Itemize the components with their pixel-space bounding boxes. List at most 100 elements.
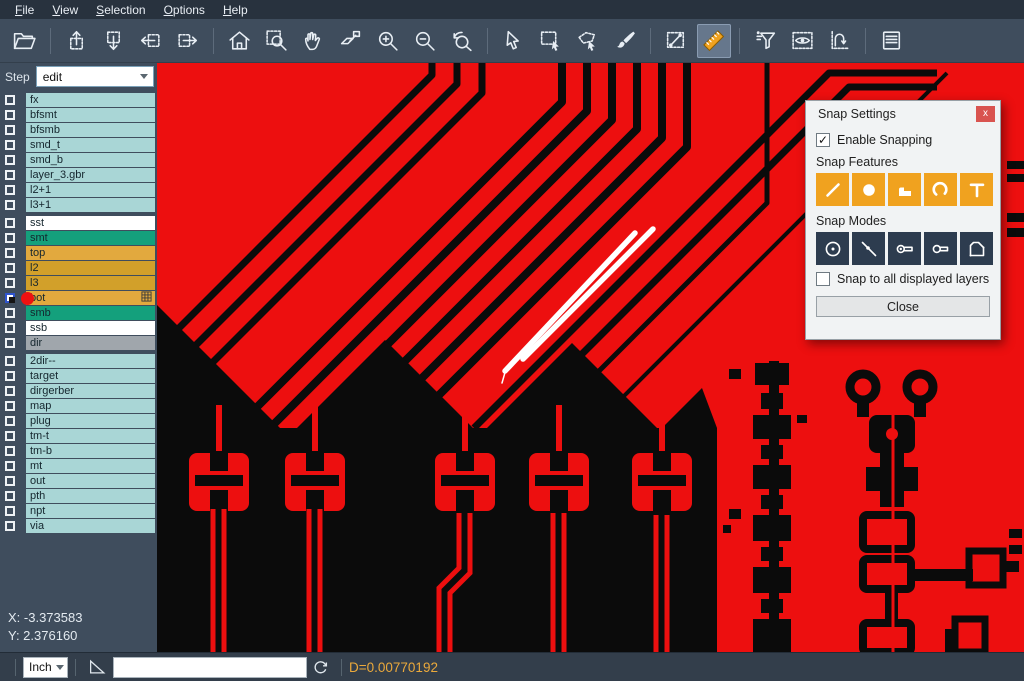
layer-name[interactable]: mt bbox=[26, 459, 155, 473]
filter-button[interactable] bbox=[749, 24, 783, 58]
pan-down-button[interactable] bbox=[97, 24, 131, 58]
layer-visibility-checkbox[interactable] bbox=[5, 140, 15, 150]
layer-row-map[interactable]: map bbox=[0, 399, 157, 413]
angle-corner-icon[interactable] bbox=[87, 657, 107, 677]
snap-pad-button[interactable] bbox=[852, 173, 885, 206]
layer-row-smd_b[interactable]: smd_b bbox=[0, 153, 157, 167]
layer-name[interactable]: ssb bbox=[26, 321, 155, 335]
layer-visibility-checkbox[interactable] bbox=[5, 200, 15, 210]
layer-row-2dir--[interactable]: 2dir-- bbox=[0, 354, 157, 368]
pan-hand-button[interactable] bbox=[297, 24, 331, 58]
layer-visibility-checkbox[interactable] bbox=[5, 155, 15, 165]
layer-visibility-checkbox[interactable] bbox=[5, 323, 15, 333]
layer-row-plug[interactable]: plug bbox=[0, 414, 157, 428]
close-icon[interactable]: x bbox=[976, 106, 995, 122]
pcb-canvas[interactable]: Snap Settings x ✓ Enable Snapping Snap F… bbox=[157, 63, 1024, 652]
layer-visibility-checkbox[interactable] bbox=[5, 431, 15, 441]
pan-right-button[interactable] bbox=[171, 24, 205, 58]
layer-visibility-checkbox[interactable] bbox=[5, 170, 15, 180]
close-button[interactable]: Close bbox=[816, 296, 990, 317]
layer-row-dirgerber[interactable]: dirgerber bbox=[0, 384, 157, 398]
layer-name[interactable]: fx bbox=[26, 93, 155, 107]
zoom-previous-button[interactable] bbox=[445, 24, 479, 58]
layer-row-l2[interactable]: l2 bbox=[0, 261, 157, 275]
layer-row-dir[interactable]: dir bbox=[0, 336, 157, 350]
layer-visibility-checkbox[interactable] bbox=[5, 416, 15, 426]
menu-help[interactable]: Help bbox=[214, 2, 257, 18]
layer-name[interactable]: target bbox=[26, 369, 155, 383]
layer-row-mt[interactable]: mt bbox=[0, 459, 157, 473]
menu-view[interactable]: View bbox=[43, 2, 87, 18]
layer-name[interactable]: 2dir-- bbox=[26, 354, 155, 368]
layer-name[interactable]: l3+1 bbox=[26, 198, 155, 212]
measure-points-button[interactable] bbox=[660, 24, 694, 58]
layer-name[interactable]: plug bbox=[26, 414, 155, 428]
layer-name[interactable]: dirgerber bbox=[26, 384, 155, 398]
layer-name[interactable]: l2+1 bbox=[26, 183, 155, 197]
layer-name[interactable]: sst bbox=[26, 216, 155, 230]
layer-visibility-checkbox[interactable] bbox=[5, 386, 15, 396]
view-visibility-button[interactable] bbox=[786, 24, 820, 58]
layer-row-pth[interactable]: pth bbox=[0, 489, 157, 503]
layer-name[interactable]: layer_3.gbr bbox=[26, 168, 155, 182]
snap-surface-button[interactable] bbox=[888, 173, 921, 206]
layer-name[interactable]: l3 bbox=[26, 276, 155, 290]
report-panel-button[interactable] bbox=[875, 24, 909, 58]
snap-center-button[interactable] bbox=[816, 232, 849, 265]
layer-row-smb[interactable]: smb bbox=[0, 306, 157, 320]
layer-name[interactable]: tm-t bbox=[26, 429, 155, 443]
menu-selection[interactable]: Selection bbox=[87, 2, 154, 18]
layer-visibility-checkbox[interactable] bbox=[5, 476, 15, 486]
layer-visibility-checkbox[interactable] bbox=[5, 293, 15, 303]
open-folder-button[interactable] bbox=[8, 24, 42, 58]
layer-visibility-checkbox[interactable] bbox=[5, 371, 15, 381]
layer-visibility-checkbox[interactable] bbox=[5, 185, 15, 195]
layer-row-fx[interactable]: fx bbox=[0, 93, 157, 107]
layer-visibility-checkbox[interactable] bbox=[5, 446, 15, 456]
layer-visibility-checkbox[interactable] bbox=[5, 521, 15, 531]
select-polygon-button[interactable] bbox=[571, 24, 605, 58]
layer-visibility-checkbox[interactable] bbox=[5, 356, 15, 366]
pan-up-button[interactable] bbox=[60, 24, 94, 58]
layer-row-layer_3.gbr[interactable]: layer_3.gbr bbox=[0, 168, 157, 182]
snap-line-button[interactable] bbox=[816, 173, 849, 206]
layer-visibility-checkbox[interactable] bbox=[5, 338, 15, 348]
layer-row-npt[interactable]: npt bbox=[0, 504, 157, 518]
layer-visibility-checkbox[interactable] bbox=[5, 263, 15, 273]
measure-path-button[interactable] bbox=[823, 24, 857, 58]
status-input[interactable] bbox=[113, 657, 307, 678]
layer-row-smt[interactable]: smt bbox=[0, 231, 157, 245]
layer-visibility-checkbox[interactable] bbox=[5, 506, 15, 516]
zoom-in-button[interactable] bbox=[371, 24, 405, 58]
layer-row-l2+1[interactable]: l2+1 bbox=[0, 183, 157, 197]
layer-name[interactable]: l2 bbox=[26, 261, 155, 275]
snap-text-button[interactable] bbox=[960, 173, 993, 206]
layer-row-bot[interactable]: bot bbox=[0, 291, 157, 305]
zoom-object-button[interactable] bbox=[334, 24, 368, 58]
highlight-brush-button[interactable] bbox=[608, 24, 642, 58]
unit-select[interactable]: Inch bbox=[23, 657, 68, 678]
menu-options[interactable]: Options bbox=[155, 2, 214, 18]
snap-end-dot-button[interactable] bbox=[888, 232, 921, 265]
layer-name[interactable]: map bbox=[26, 399, 155, 413]
layer-name[interactable]: bfsmb bbox=[26, 123, 155, 137]
select-rectangle-button[interactable] bbox=[534, 24, 568, 58]
layer-row-sst[interactable]: sst bbox=[0, 216, 157, 230]
layer-visibility-checkbox[interactable] bbox=[5, 233, 15, 243]
layer-name[interactable]: npt bbox=[26, 504, 155, 518]
snap-all-checkbox[interactable] bbox=[816, 272, 830, 286]
layer-name[interactable]: smd_t bbox=[26, 138, 155, 152]
layer-name[interactable]: smt bbox=[26, 231, 155, 245]
layer-visibility-checkbox[interactable] bbox=[5, 218, 15, 228]
layer-row-out[interactable]: out bbox=[0, 474, 157, 488]
layer-row-l3[interactable]: l3 bbox=[0, 276, 157, 290]
layer-row-l3+1[interactable]: l3+1 bbox=[0, 198, 157, 212]
layer-name[interactable]: pth bbox=[26, 489, 155, 503]
layer-name[interactable]: smb bbox=[26, 306, 155, 320]
layer-name[interactable]: out bbox=[26, 474, 155, 488]
zoom-window-button[interactable] bbox=[260, 24, 294, 58]
refresh-icon[interactable] bbox=[311, 658, 330, 677]
layer-visibility-checkbox[interactable] bbox=[5, 401, 15, 411]
layer-row-bfsmt[interactable]: bfsmt bbox=[0, 108, 157, 122]
layer-visibility-checkbox[interactable] bbox=[5, 491, 15, 501]
